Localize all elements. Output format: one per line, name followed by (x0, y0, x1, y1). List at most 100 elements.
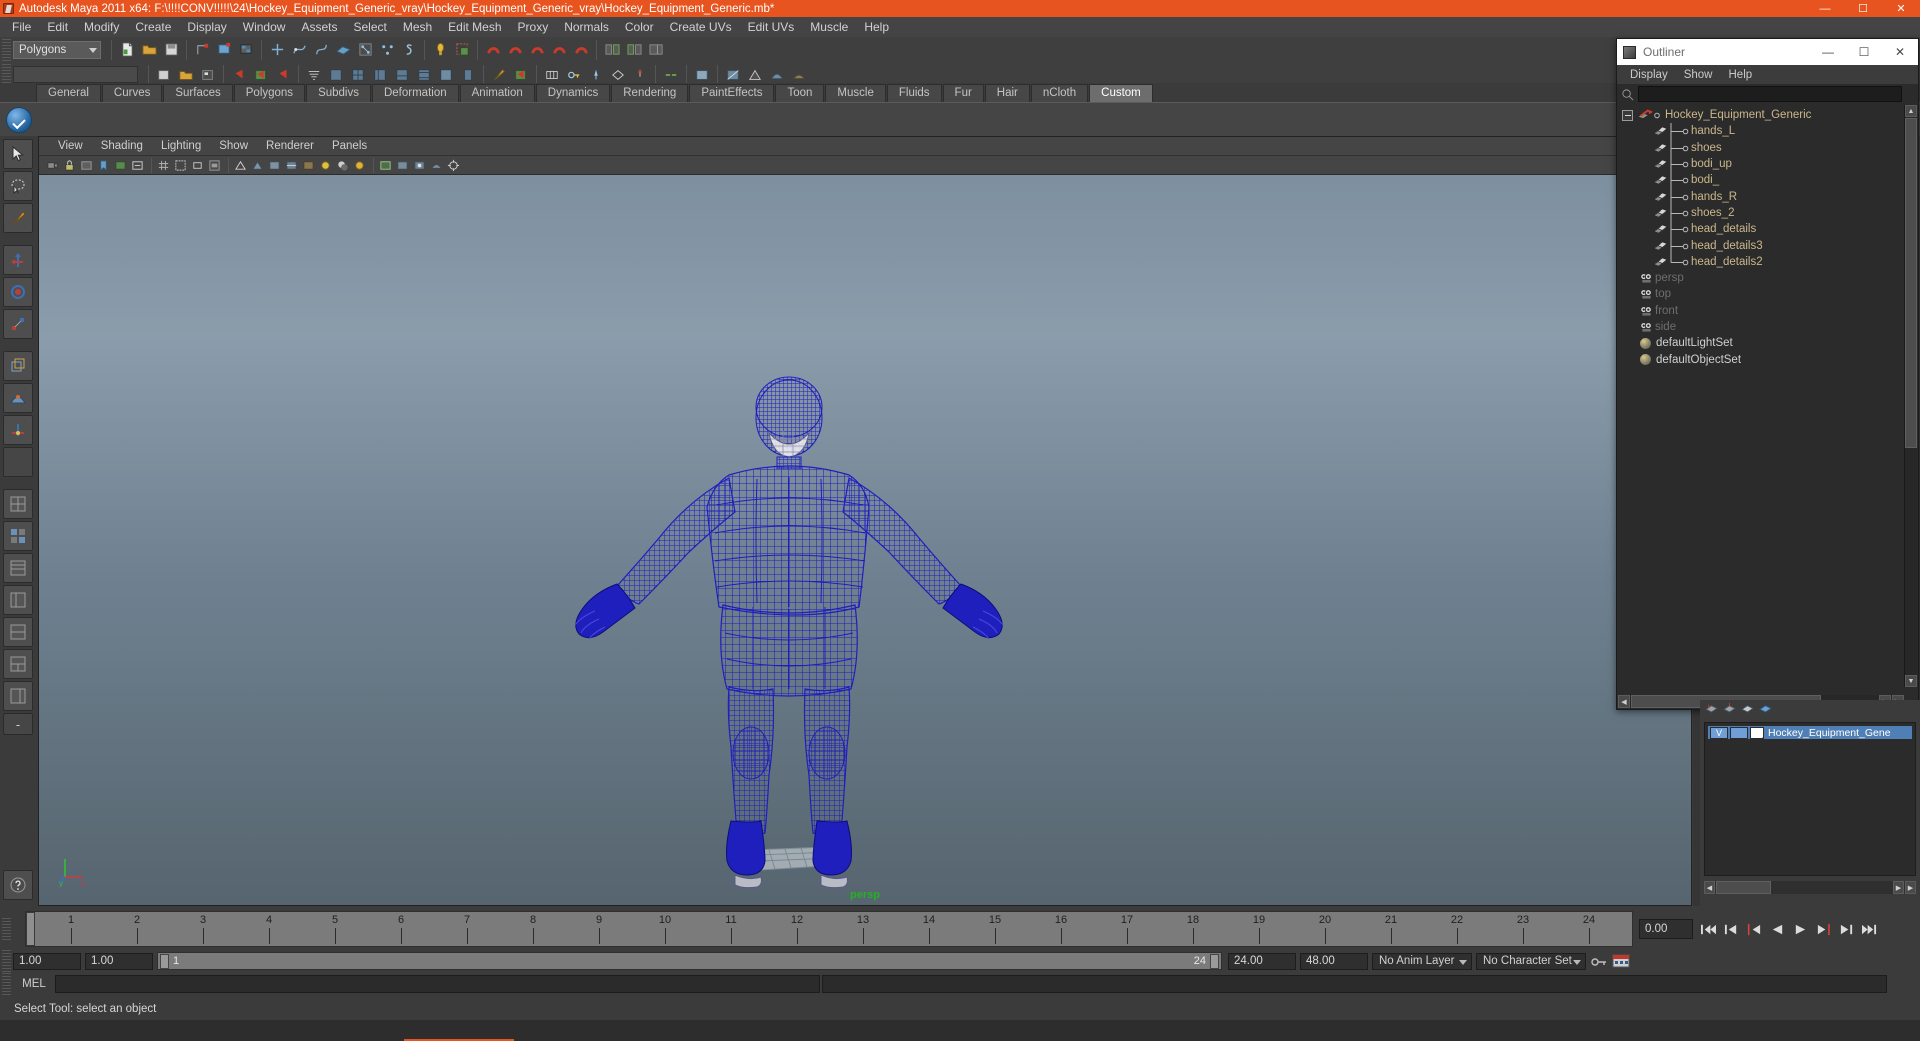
outliner-search-icon[interactable] (1621, 88, 1634, 101)
menu-muscle[interactable]: Muscle (802, 18, 856, 36)
layer-new-icon[interactable] (1704, 702, 1719, 713)
magnet-red-icon-2[interactable] (505, 40, 525, 60)
outliner-minimize-button[interactable]: — (1810, 39, 1846, 65)
image-plane-icon[interactable] (113, 158, 128, 173)
outliner-vertical-scrollbar[interactable]: ▲ ▼ (1904, 105, 1917, 687)
shelf-tab-rendering[interactable]: Rendering (611, 84, 689, 102)
shade-wireframe-icon[interactable] (284, 158, 299, 173)
outliner-item-bodi_[interactable]: bodi_ (1618, 172, 1904, 190)
pin-icon[interactable] (630, 65, 650, 85)
make-live-icon[interactable] (377, 40, 397, 60)
sculpt-tool-icon[interactable] (154, 65, 174, 85)
hypergraph-panel-icon[interactable] (392, 65, 412, 85)
magnet-red-icon-1[interactable] (483, 40, 503, 60)
anim-layer-selector[interactable]: No Anim Layer (1372, 952, 1472, 970)
animation-preferences-icon[interactable] (1611, 953, 1631, 969)
outliner-item-side[interactable]: side (1618, 319, 1904, 335)
shelf-tab-muscle[interactable]: Muscle (825, 84, 886, 102)
shaded-mode-icon[interactable] (723, 65, 743, 85)
select-by-component-icon[interactable] (236, 40, 256, 60)
animation-end-time-field[interactable]: 48.00 (1300, 952, 1368, 970)
snap-to-plane-icon[interactable] (333, 40, 353, 60)
shelf-tab-hair[interactable]: Hair (984, 84, 1030, 102)
viewport-3d-canvas[interactable]: y x persp (39, 175, 1691, 905)
magnet-red-icon-4[interactable] (549, 40, 569, 60)
select-by-object-icon[interactable] (214, 40, 234, 60)
range-slider-grip[interactable] (2, 950, 11, 972)
outliner-item-bodi_up[interactable]: bodi_up (1618, 156, 1904, 174)
select-camera-icon[interactable] (45, 158, 60, 173)
step-forward-frame-button[interactable] (1812, 918, 1835, 940)
revert-icon[interactable] (273, 65, 293, 85)
snap-to-view-plane-icon[interactable] (355, 40, 375, 60)
menu-file[interactable]: File (4, 18, 39, 36)
outliner-menu-display[interactable]: Display (1622, 68, 1676, 82)
outliner-item-defaultlightset[interactable]: defaultLightSet (1618, 335, 1904, 351)
shelf-item-blue-check[interactable] (4, 105, 34, 135)
range-end-handle[interactable] (1210, 953, 1219, 969)
scroll-down-arrow-icon[interactable]: ▼ (1905, 675, 1917, 687)
outliner-item-head_details[interactable]: head_details (1618, 221, 1904, 239)
close-button[interactable]: ✕ (1882, 0, 1920, 17)
outliner-item-front[interactable]: front (1618, 303, 1904, 319)
select-by-hierarchy-icon[interactable] (192, 40, 212, 60)
outliner-item-hands_l[interactable]: hands_L (1618, 123, 1904, 141)
playback-end-time-field[interactable]: 24.00 (1228, 952, 1296, 970)
layer-new-from-selected-icon[interactable] (1722, 702, 1737, 713)
outliner-maximize-button[interactable]: ☐ (1846, 39, 1882, 65)
menu-proxy[interactable]: Proxy (510, 18, 557, 36)
time-slider-track[interactable]: 1 2 3 4 5 6 7 8 9 10 11 12 13 14 15 16 17 18 19 20 21 22 23 24 (25, 911, 1633, 947)
go-to-end-button[interactable] (1858, 918, 1881, 940)
scroll-left-arrow-icon[interactable]: ◀ (1618, 695, 1630, 708)
step-back-keyframe-button[interactable] (1720, 918, 1743, 940)
shelf-tab-surfaces[interactable]: Surfaces (163, 84, 233, 102)
light-icon[interactable] (586, 65, 606, 85)
search-bar-placeholder[interactable] (13, 66, 138, 83)
menu-normals[interactable]: Normals (556, 18, 617, 36)
menu-select[interactable]: Select (345, 18, 394, 36)
minimize-button[interactable]: — (1806, 0, 1844, 17)
show-channel-box-icon[interactable] (646, 40, 666, 60)
layer-type-icon[interactable] (1750, 726, 1764, 739)
four-view-layout-icon[interactable] (348, 65, 368, 85)
show-attribute-editor-icon[interactable] (602, 40, 622, 60)
viewport-menu-lighting[interactable]: Lighting (152, 139, 210, 153)
menu-mesh[interactable]: Mesh (395, 18, 440, 36)
outliner-item-top[interactable]: top (1618, 286, 1904, 302)
smooth-shade-icon[interactable] (767, 65, 787, 85)
auto-keyframe-toggle-icon[interactable] (1590, 954, 1608, 968)
current-frame-field[interactable]: 0.00 (1639, 919, 1693, 939)
select-tool-icon[interactable] (3, 139, 33, 169)
bookmark-icon[interactable] (96, 158, 111, 173)
shelf-tab-toon[interactable]: Toon (775, 84, 825, 102)
wireframe-mode-icon[interactable] (745, 65, 765, 85)
scale-tool-icon[interactable] (3, 309, 33, 339)
paint-select-tool-icon[interactable] (3, 203, 33, 233)
outliner-persp-layout-icon[interactable] (3, 585, 33, 615)
smooth-shade-all-icon[interactable] (250, 158, 265, 173)
menu-edit-uvs[interactable]: Edit UVs (740, 18, 803, 36)
resolution-gate-icon[interactable] (190, 158, 205, 173)
grid-toggle-icon[interactable] (542, 65, 562, 85)
shelf-tab-subdivs[interactable]: Subdivs (306, 84, 371, 102)
outliner-item-hockey_equipment_generic[interactable]: Hockey_Equipment_Generic (1618, 107, 1904, 123)
move-tool-icon[interactable] (3, 245, 33, 275)
viewport-menu-shading[interactable]: Shading (92, 139, 152, 153)
outliner-item-head_details3[interactable]: head_details3 (1618, 237, 1904, 255)
viewport-menu-view[interactable]: View (49, 139, 92, 153)
save-icon-2[interactable] (198, 65, 218, 85)
save-scene-icon[interactable] (161, 40, 181, 60)
magnet-red-icon-5[interactable] (571, 40, 591, 60)
layer-duplicate-icon[interactable] (1740, 702, 1755, 713)
undo-icon[interactable] (229, 65, 249, 85)
shelf-tab-deformation[interactable]: Deformation (371, 84, 459, 102)
maximize-button[interactable]: ☐ (1844, 0, 1882, 17)
lighting-display-icon[interactable] (318, 158, 333, 173)
display-layer-list[interactable]: V Hockey_Equipment_Gene (1704, 722, 1916, 876)
wireframe-shading-icon[interactable] (233, 158, 248, 173)
outliner-item-shoes[interactable]: shoes (1618, 139, 1904, 157)
render-current-frame-icon[interactable] (430, 40, 450, 60)
open-scene-icon[interactable] (139, 40, 159, 60)
construction-history-icon[interactable] (399, 40, 419, 60)
shelf-tab-ncloth[interactable]: nCloth (1030, 84, 1089, 102)
